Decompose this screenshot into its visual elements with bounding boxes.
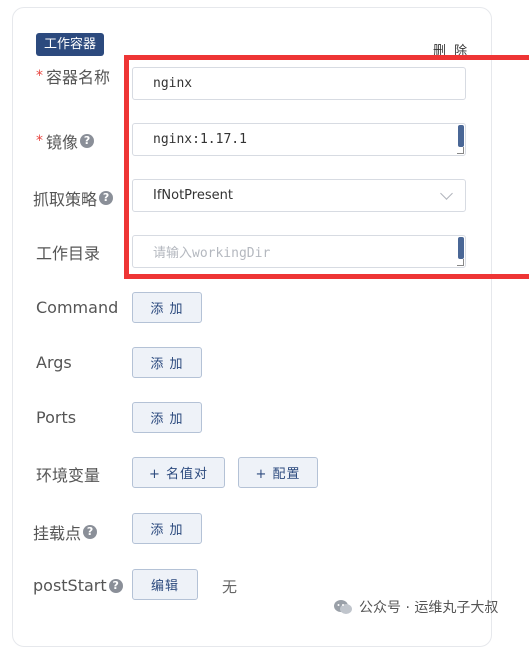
container-name-label: * 容器名称	[36, 64, 110, 88]
help-icon[interactable]: ?	[80, 134, 95, 148]
env-add-config-button[interactable]: + 配置	[238, 457, 318, 488]
args-add-button[interactable]: 添 加	[132, 347, 202, 378]
image-textarea[interactable]: nginx:1.17.1	[132, 123, 466, 156]
image-value: nginx:1.17.1	[153, 132, 247, 147]
resize-handle-icon[interactable]	[457, 259, 464, 266]
image-label: * 镜像 ?	[36, 129, 95, 153]
required-mark: *	[36, 133, 43, 149]
mounts-label-text: 挂载点	[33, 524, 82, 543]
ports-label: Ports	[36, 408, 77, 427]
env-label: 环境变量	[36, 466, 101, 485]
watermark: 公众号 · 运维丸子大叔	[333, 597, 498, 617]
scrollbar-thumb[interactable]	[458, 125, 464, 147]
post-start-value: 无	[222, 578, 238, 596]
required-mark: *	[36, 68, 43, 84]
mounts-label: 挂载点 ?	[33, 520, 98, 544]
args-label: Args	[36, 353, 72, 372]
working-dir-textarea[interactable]: 请输入workingDir	[132, 235, 466, 268]
command-add-button[interactable]: 添 加	[132, 292, 202, 323]
ports-add-button[interactable]: 添 加	[132, 402, 202, 433]
pull-policy-label-text: 抓取策略	[33, 190, 98, 209]
working-dir-label: 工作目录	[36, 240, 100, 264]
section-tag: 工作容器	[36, 33, 105, 56]
wechat-icon	[334, 600, 352, 614]
command-label: Command	[36, 298, 119, 317]
working-dir-placeholder: 请输入workingDir	[153, 246, 271, 261]
pull-policy-label: 抓取策略 ?	[33, 186, 114, 210]
container-name-label-text: 容器名称	[46, 68, 111, 87]
env-add-kv-button[interactable]: + 名值对	[132, 457, 225, 488]
help-icon[interactable]: ?	[99, 191, 114, 205]
help-icon[interactable]: ?	[108, 578, 123, 593]
pull-policy-select[interactable]: IfNotPresent	[132, 179, 466, 212]
image-label-text: 镜像	[46, 133, 79, 152]
pull-policy-value: IfNotPresent	[153, 188, 233, 203]
post-start-edit-button[interactable]: 编辑	[132, 569, 198, 600]
container-name-input[interactable]: nginx	[132, 67, 466, 100]
container-name-value: nginx	[153, 76, 193, 91]
post-start-label: postStart ?	[33, 576, 123, 595]
resize-handle-icon[interactable]	[457, 147, 464, 154]
mounts-add-button[interactable]: 添 加	[132, 513, 202, 544]
help-icon[interactable]: ?	[83, 525, 98, 539]
scrollbar-thumb[interactable]	[458, 237, 464, 259]
delete-button[interactable]: 删 除	[433, 40, 469, 59]
chevron-down-icon	[440, 187, 453, 200]
container-card	[12, 7, 492, 647]
post-start-label-text: postStart	[33, 576, 107, 595]
working-dir-label-text: 工作目录	[36, 244, 101, 263]
watermark-text: 公众号 · 运维丸子大叔	[359, 600, 499, 616]
